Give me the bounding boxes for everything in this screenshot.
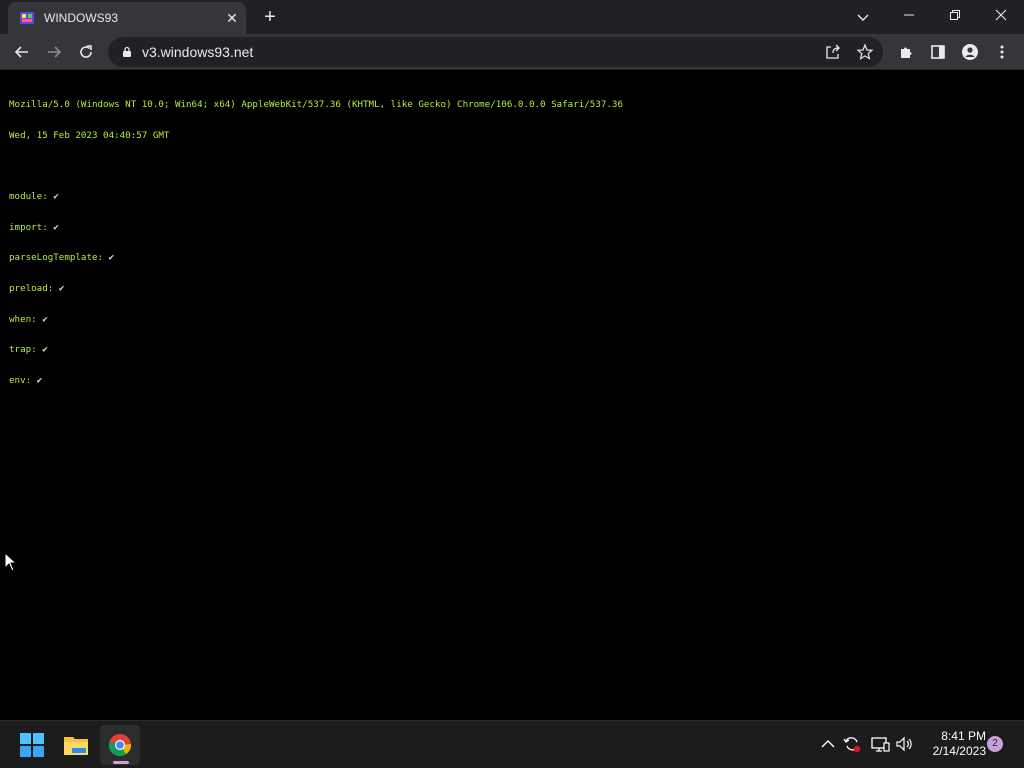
user-agent-line: Mozilla/5.0 (Windows NT 10.0; Win64; x64… (9, 99, 623, 111)
check-label: preload: (9, 283, 54, 295)
checkmark-icon: ✔ (53, 191, 59, 203)
extensions-button[interactable] (892, 38, 920, 66)
show-hidden-icons-chevron-icon[interactable] (818, 734, 838, 754)
page-content: Mozilla/5.0 (Windows NT 10.0; Win64; x64… (0, 71, 1024, 719)
tab-close-icon[interactable]: ✕ (222, 8, 242, 28)
url-text[interactable]: v3.windows93.net (142, 44, 253, 60)
mouse-pointer-icon (4, 552, 18, 572)
check-label: when: (9, 313, 37, 325)
boot-log: Mozilla/5.0 (Windows NT 10.0; Win64; x64… (9, 80, 623, 406)
log-spacer (9, 162, 623, 172)
check-label: env: (9, 374, 32, 386)
chrome-icon (108, 734, 132, 757)
notification-badge[interactable]: 2 (987, 736, 1003, 752)
profile-avatar-icon (962, 44, 978, 60)
forward-button[interactable] (40, 38, 68, 66)
check-line: when: ✔ (9, 313, 623, 325)
clock-date: 2/14/2023 (932, 744, 986, 758)
check-label: import: (9, 221, 48, 233)
new-tab-button[interactable]: + (258, 5, 282, 29)
tab-title: WINDOWS93 (44, 11, 119, 25)
minimize-icon (904, 14, 914, 16)
check-label: module: (9, 191, 48, 203)
browser-tab[interactable]: WINDOWS93 ✕ (8, 2, 246, 34)
back-arrow-icon (14, 46, 28, 58)
checkmark-icon: ✔ (58, 283, 65, 295)
network-icon[interactable] (870, 734, 890, 754)
taskbar: 8:41 PM 2/14/2023 (0, 720, 1024, 768)
check-line: parseLogTemplate: ✔ (9, 253, 623, 263)
check-label: trap: (9, 344, 37, 356)
more-vertical-icon (1000, 45, 1004, 59)
lock-icon[interactable] (120, 45, 134, 59)
tab-search-chevron-icon[interactable] (852, 6, 874, 28)
start-button[interactable] (12, 725, 52, 765)
forward-arrow-icon (48, 46, 62, 58)
system-clock[interactable]: 8:41 PM 2/14/2023 (922, 729, 986, 759)
reload-button[interactable] (72, 38, 100, 66)
reload-icon (80, 45, 92, 58)
close-window-button[interactable] (978, 0, 1024, 30)
checkmark-icon: ✔ (108, 252, 115, 264)
tab-strip: WINDOWS93 ✕ + (0, 0, 1024, 34)
checkmark-icon: ✔ (53, 221, 59, 233)
date-line: Wed, 15 Feb 2023 04:40:57 GMT (9, 130, 170, 142)
share-icon[interactable] (824, 43, 842, 61)
active-app-indicator (113, 761, 129, 764)
volume-icon[interactable] (894, 734, 914, 754)
clock-time: 8:41 PM (941, 729, 986, 743)
chrome-taskbar-button[interactable] (100, 725, 140, 765)
restore-icon (950, 10, 960, 20)
checkmark-icon: ✔ (42, 344, 48, 356)
minimize-button[interactable] (886, 0, 932, 30)
check-line: env: ✔ (9, 374, 623, 386)
sync-icon[interactable] (842, 734, 862, 754)
check-line: import: ✔ (9, 221, 623, 233)
check-line: preload: ✔ (9, 283, 623, 295)
file-explorer-button[interactable] (56, 725, 96, 765)
bookmark-star-icon[interactable] (856, 43, 874, 61)
back-button[interactable] (8, 38, 36, 66)
side-panel-icon (931, 45, 945, 59)
check-line: module: ✔ (9, 192, 623, 202)
browser-menu-button[interactable] (988, 38, 1016, 66)
start-icon (20, 733, 44, 757)
file-explorer-icon (64, 737, 88, 755)
checkmark-icon: ✔ (42, 313, 48, 325)
browser-toolbar: v3.windows93.net (0, 34, 1024, 70)
side-panel-button[interactable] (924, 38, 952, 66)
profile-button[interactable] (956, 38, 984, 66)
checkmark-icon: ✔ (36, 374, 43, 386)
address-bar[interactable]: v3.windows93.net (108, 37, 883, 67)
windows93-favicon-icon (20, 12, 34, 24)
check-label: parseLogTemplate: (9, 252, 104, 264)
close-icon (995, 9, 1007, 21)
restore-button[interactable] (932, 0, 978, 30)
check-line: trap: ✔ (9, 345, 623, 355)
puzzle-icon (901, 47, 912, 58)
